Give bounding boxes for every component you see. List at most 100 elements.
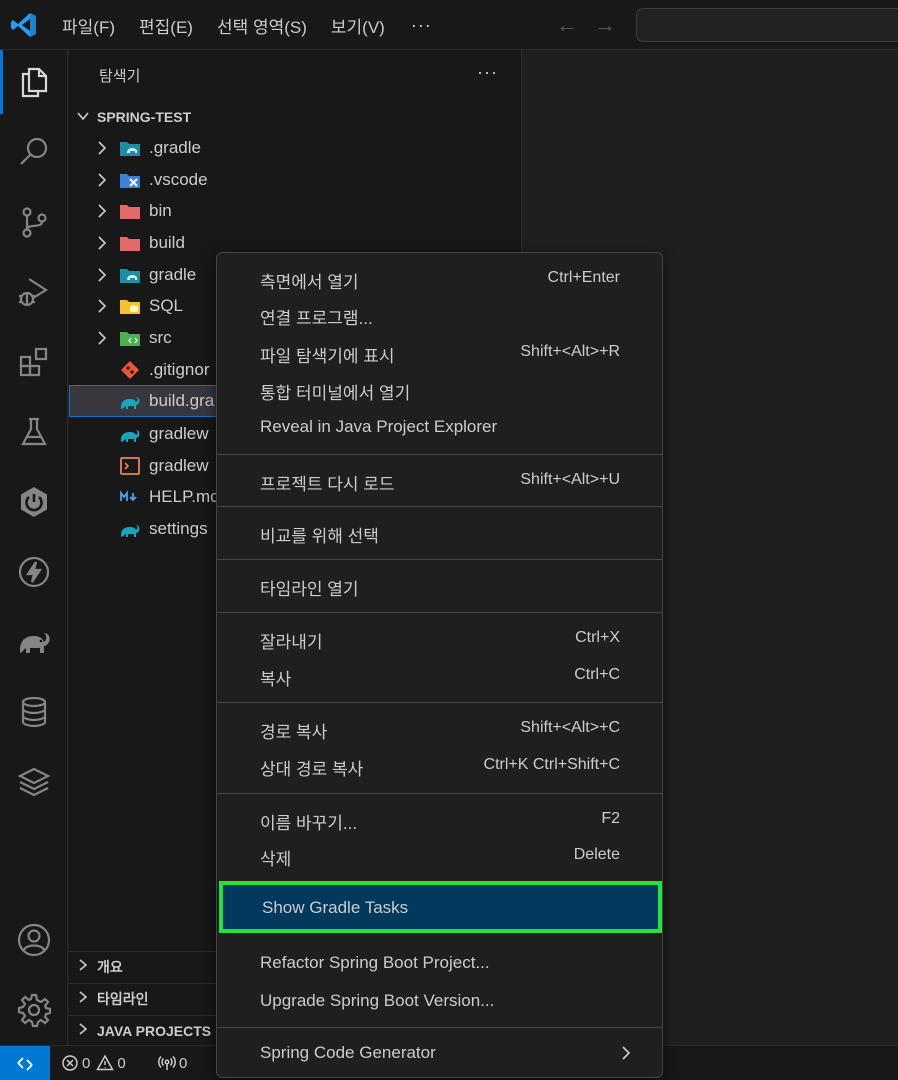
tree-item-folder[interactable]: .gradle xyxy=(69,132,522,164)
menu-item-select-for-compare[interactable]: 비교를 위해 선택 xyxy=(221,515,658,549)
menu-selection[interactable]: 선택 영역(S) xyxy=(217,13,307,38)
explorer-title: 탐색기 xyxy=(99,68,141,85)
chevron-down-icon xyxy=(69,109,97,126)
menu-separator xyxy=(217,454,662,455)
remote-icon xyxy=(17,1056,33,1071)
gradle-elephant-icon xyxy=(20,633,50,653)
project-section-header[interactable]: SPRING-TEST xyxy=(69,102,522,132)
tree-item-label: gradle xyxy=(149,265,197,284)
menu-item-upgrade-spring-boot[interactable]: Upgrade Spring Boot Version... xyxy=(221,984,658,1018)
menu-item-delete[interactable]: 삭제 Delete xyxy=(221,838,658,872)
menu-separator xyxy=(217,506,662,507)
extensions-activity[interactable] xyxy=(0,330,68,394)
tree-item-folder[interactable]: bin xyxy=(69,195,522,227)
tree-item-label: .gitignor xyxy=(149,360,210,379)
tree-item-label: gradlew xyxy=(149,456,209,475)
menu-item-shortcut: Ctrl+C xyxy=(574,666,620,683)
vscode-logo-icon[interactable] xyxy=(10,11,38,39)
flask-icon xyxy=(21,417,47,446)
tree-item-label: gradlew xyxy=(149,424,209,443)
tree-item-label: SQL xyxy=(149,296,184,315)
context-menu: 측면에서 열기 Ctrl+Enter 연결 프로그램... 파일 탐색기에 표시… xyxy=(216,252,663,1078)
testing-activity[interactable] xyxy=(0,400,68,464)
back-arrow-icon[interactable]: ← xyxy=(556,12,578,38)
chevron-right-icon xyxy=(98,331,107,345)
activity-bar xyxy=(0,50,68,1045)
menu-item-shortcut: Ctrl+Enter xyxy=(547,269,620,286)
menu-item-label: 상대 경로 복사 xyxy=(260,760,364,779)
command-center-search[interactable] xyxy=(636,8,898,42)
menu-view[interactable]: 보기(V) xyxy=(331,13,385,38)
explorer-activity[interactable] xyxy=(0,50,68,114)
menu-edit[interactable]: 편집(E) xyxy=(139,13,193,38)
folder-build-icon xyxy=(120,237,140,251)
menu-item-copy-path[interactable]: 경로 복사 Shift+<Alt>+C xyxy=(221,711,658,745)
menu-file[interactable]: 파일(F) xyxy=(62,13,115,38)
menu-item-label: 복사 xyxy=(260,670,292,689)
warning-icon xyxy=(96,1054,115,1071)
menu-item-reload-project[interactable]: 프로젝트 다시 로드 Shift+<Alt>+U xyxy=(221,463,658,497)
menu-item-label: 측면에서 열기 xyxy=(260,273,359,292)
chevron-right-icon xyxy=(69,958,97,975)
menu-item-label: Reveal in Java Project Explorer xyxy=(260,417,498,436)
menu-item-rename[interactable]: 이름 바꾸기... F2 xyxy=(221,802,658,836)
layers-activity[interactable] xyxy=(0,750,68,814)
menu-separator xyxy=(217,612,662,613)
menu-item-spring-code-generator[interactable]: Spring Code Generator xyxy=(221,1036,658,1070)
menu-item-copy[interactable]: 복사 Ctrl+C xyxy=(221,658,658,692)
menu-item-label: 통합 터미널에서 열기 xyxy=(260,384,411,403)
menu-item-copy-relative-path[interactable]: 상대 경로 복사 Ctrl+K Ctrl+Shift+C xyxy=(221,748,658,782)
menu-separator xyxy=(217,793,662,794)
folder-src-icon xyxy=(120,332,140,346)
menu-item-label: 삭제 xyxy=(260,850,292,869)
tree-item-label: settings xyxy=(149,519,208,538)
chevron-right-icon xyxy=(98,268,107,282)
menu-item-open-with[interactable]: 연결 프로그램... xyxy=(221,297,658,331)
menu-item-refactor-spring-boot[interactable]: Refactor Spring Boot Project... xyxy=(221,946,658,980)
folder-bin-icon xyxy=(120,205,140,219)
outline-label: 개요 xyxy=(97,958,123,975)
menu-item-open-in-terminal[interactable]: 통합 터미널에서 열기 xyxy=(221,372,658,406)
menu-item-reveal-in-file-explorer[interactable]: 파일 탐색기에 표시 Shift+<Alt>+R xyxy=(221,335,658,369)
run-debug-activity[interactable] xyxy=(0,260,68,324)
tree-item-label: build.gra xyxy=(149,391,215,410)
problems-status[interactable]: 0 0 xyxy=(61,1054,126,1072)
manage-activity[interactable] xyxy=(0,978,68,1042)
search-icon xyxy=(20,137,48,165)
menu-item-cut[interactable]: 잘라내기 Ctrl+X xyxy=(221,621,658,655)
menu-item-shortcut: Ctrl+K Ctrl+Shift+C xyxy=(483,756,620,773)
accounts-activity[interactable] xyxy=(0,908,68,972)
remote-indicator[interactable] xyxy=(0,1046,50,1080)
menu-separator xyxy=(217,1027,662,1028)
tree-item-folder[interactable]: .vscode xyxy=(69,164,522,196)
search-activity[interactable] xyxy=(0,120,68,184)
menu-more-icon[interactable]: ··· xyxy=(411,15,432,36)
menu-item-open-timeline[interactable]: 타임라인 열기 xyxy=(221,568,658,602)
menu-item-label: 비교를 위해 선택 xyxy=(260,527,379,546)
gradle-activity[interactable] xyxy=(0,610,68,674)
chevron-right-icon xyxy=(98,173,107,187)
menu-item-label: 잘라내기 xyxy=(260,633,323,652)
menu-item-reveal-java-project-explorer[interactable]: Reveal in Java Project Explorer xyxy=(221,410,658,444)
source-control-activity[interactable] xyxy=(0,190,68,254)
more-actions-icon[interactable]: ··· xyxy=(477,62,498,83)
gradle-elephant-icon xyxy=(121,397,140,409)
chevron-right-icon xyxy=(98,141,107,155)
menu-bar: 파일(F) 편집(E) 선택 영역(S) 보기(V) ··· xyxy=(62,0,432,50)
database-activity[interactable] xyxy=(0,680,68,744)
chevron-right-icon xyxy=(98,204,107,218)
thunder-client-activity[interactable] xyxy=(0,540,68,604)
tree-item-label: src xyxy=(149,328,172,347)
error-count: 0 xyxy=(82,1054,91,1072)
ports-status[interactable]: 0 xyxy=(158,1054,187,1072)
menu-item-label: Refactor Spring Boot Project... xyxy=(260,953,490,972)
account-icon xyxy=(17,923,51,957)
spring-dashboard-activity[interactable] xyxy=(0,470,68,534)
forward-arrow-icon[interactable]: → xyxy=(594,12,616,38)
menu-item-open-to-side[interactable]: 측면에서 열기 Ctrl+Enter xyxy=(221,261,658,295)
active-indicator xyxy=(0,50,3,114)
menu-item-label: 타임라인 열기 xyxy=(260,580,359,599)
source-control-icon xyxy=(22,207,47,238)
menu-item-show-gradle-tasks[interactable]: Show Gradle Tasks xyxy=(219,881,662,933)
files-icon xyxy=(21,67,48,98)
